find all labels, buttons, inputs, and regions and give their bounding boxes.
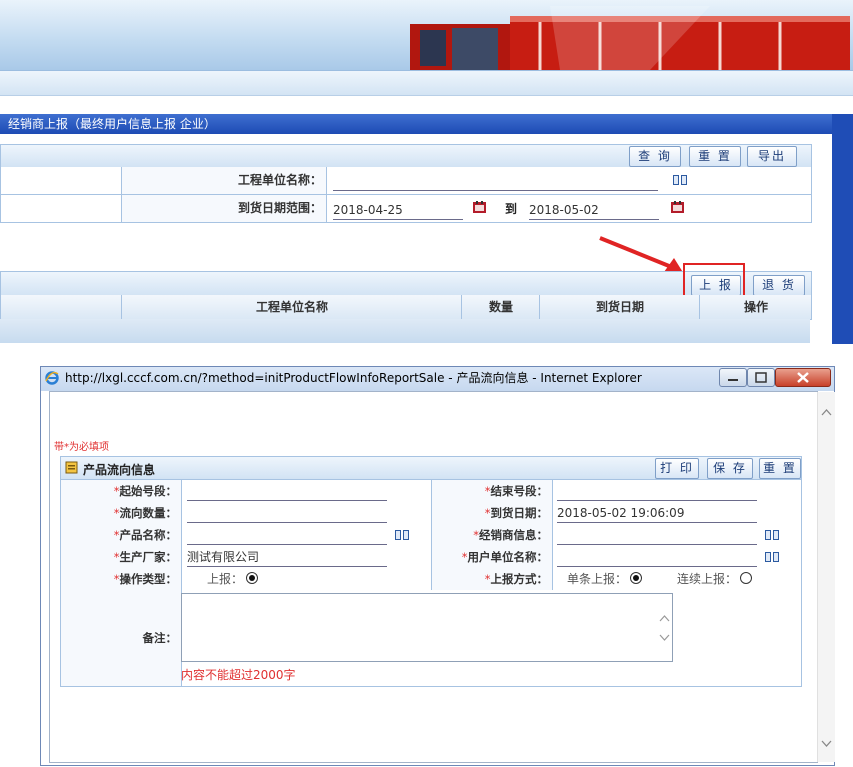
form-row: *流向数量： *到货日期： 2018-05-02 19:06:09: [60, 502, 802, 525]
ie-popup-window: http://lxgl.cccf.com.cn/?method=initProd…: [40, 366, 835, 766]
chevron-down-icon[interactable]: [821, 740, 832, 748]
list-body: [0, 319, 810, 343]
vertical-scrollbar[interactable]: [817, 392, 835, 762]
project-unit-input[interactable]: [333, 172, 658, 191]
section-title: 产品流向信息: [83, 463, 156, 477]
calendar-icon[interactable]: [473, 201, 486, 213]
popup-content: 带*为必填项 产品流向信息 打 印 保 存 重 置 *起始号段： *结束号段： …: [49, 391, 835, 763]
op-type-label: *操作类型：: [61, 568, 182, 590]
project-unit-label: 工程单位名称：: [121, 167, 327, 194]
user-unit-label: *用户单位名称：: [431, 546, 553, 568]
form-row: *操作类型： 上报： *上报方式： 单条上报： 连续上报：: [60, 568, 802, 591]
minimize-button[interactable]: [719, 368, 747, 387]
reset-button[interactable]: 重 置: [759, 458, 801, 479]
required-note: 带*为必填项: [54, 442, 109, 453]
chevron-up-icon[interactable]: [821, 408, 832, 416]
minimize-icon: [728, 379, 738, 381]
date-to-separator: 到: [505, 202, 518, 216]
start-no-label: *起始号段：: [61, 480, 182, 502]
maximize-button[interactable]: [747, 368, 775, 387]
dealer-info-input[interactable]: [557, 526, 757, 545]
start-no-input[interactable]: [187, 482, 387, 501]
book-lookup-icon[interactable]: [673, 174, 687, 186]
chevron-down-icon[interactable]: [659, 634, 670, 642]
form-icon: [65, 461, 78, 474]
product-name-label: *产品名称：: [61, 524, 182, 546]
report-mode-single[interactable]: 单条上报：: [567, 568, 643, 590]
form-row: *起始号段： *结束号段：: [60, 480, 802, 503]
query-row-date: 到货日期范围： 2018-04-25 到 2018-05-02: [0, 195, 812, 223]
form-row-remark: 备注： 内容不能超过2000字: [60, 590, 802, 687]
fire-truck-image: [410, 6, 850, 70]
product-name-input[interactable]: [187, 526, 387, 545]
remark-label: 备注：: [61, 590, 182, 686]
calendar-icon[interactable]: [671, 201, 684, 213]
op-type-option[interactable]: 上报：: [207, 568, 259, 590]
query-panel-header: 查 询 重 置 导出: [0, 144, 812, 168]
export-button[interactable]: 导出: [747, 146, 797, 167]
book-lookup-icon[interactable]: [765, 529, 779, 541]
save-button[interactable]: 保 存: [707, 458, 753, 479]
user-unit-input[interactable]: [557, 548, 757, 567]
flow-qty-label: *流向数量：: [61, 502, 182, 524]
arrival-date-input[interactable]: 2018-05-02 19:06:09: [557, 504, 757, 523]
close-icon: [797, 372, 809, 383]
flow-qty-input[interactable]: [187, 504, 387, 523]
list-column-header: 工程单位名称 数量 到货日期 操作: [0, 295, 812, 320]
arrival-date-label: *到货日期：: [431, 502, 553, 524]
remark-textarea[interactable]: [181, 593, 673, 662]
date-to-input[interactable]: 2018-05-02: [529, 201, 659, 220]
single-report-radio[interactable]: [630, 572, 643, 584]
print-button[interactable]: 打 印: [655, 458, 699, 479]
return-goods-button[interactable]: 退 货: [753, 275, 805, 296]
form-row: *生产厂家： 测试有限公司 *用户单位名称：: [60, 546, 802, 569]
column-quantity[interactable]: 数量: [461, 295, 540, 319]
nav-bar: [0, 70, 853, 96]
dealer-info-label: *经销商信息：: [431, 524, 553, 546]
date-from-input[interactable]: 2018-04-25: [333, 201, 463, 220]
form-section-header: 产品流向信息 打 印 保 存 重 置: [60, 456, 802, 480]
report-mode-multi[interactable]: 连续上报：: [677, 568, 753, 590]
page-title: 经销商上报（最终用户信息上报 企业）: [0, 114, 840, 134]
manufacturer-label: *生产厂家：: [61, 546, 182, 568]
maximize-icon: [755, 372, 767, 383]
column-arrival-date[interactable]: 到货日期: [539, 295, 700, 319]
form-row: *产品名称： *经销商信息：: [60, 524, 802, 547]
end-no-input[interactable]: [557, 482, 757, 501]
manufacturer-input[interactable]: 测试有限公司: [187, 548, 387, 567]
book-lookup-icon[interactable]: [395, 529, 409, 541]
reset-button[interactable]: 重 置: [689, 146, 741, 167]
end-no-label: *结束号段：: [431, 480, 553, 502]
continuous-report-radio[interactable]: [740, 572, 753, 584]
search-button[interactable]: 查 询: [629, 146, 681, 167]
title-bar-edge: [832, 114, 853, 344]
top-banner: [0, 0, 853, 70]
query-row-project: 工程单位名称：: [0, 167, 812, 195]
window-title: http://lxgl.cccf.com.cn/?method=initProd…: [65, 371, 642, 385]
report-mode-label: *上报方式：: [431, 568, 553, 590]
date-range-label: 到货日期范围：: [121, 195, 327, 222]
remark-warning: 内容不能超过2000字: [181, 668, 296, 682]
textarea-scrollbar[interactable]: [657, 594, 672, 661]
op-type-radio[interactable]: [246, 572, 259, 584]
column-project-unit[interactable]: 工程单位名称: [121, 295, 462, 319]
form-table: *起始号段： *结束号段： *流向数量： *到货日期： 2018-05-02 1…: [60, 480, 802, 750]
book-lookup-icon[interactable]: [765, 551, 779, 563]
column-operation[interactable]: 操作: [699, 295, 812, 319]
close-button[interactable]: [775, 368, 831, 387]
chevron-up-icon[interactable]: [659, 614, 670, 622]
